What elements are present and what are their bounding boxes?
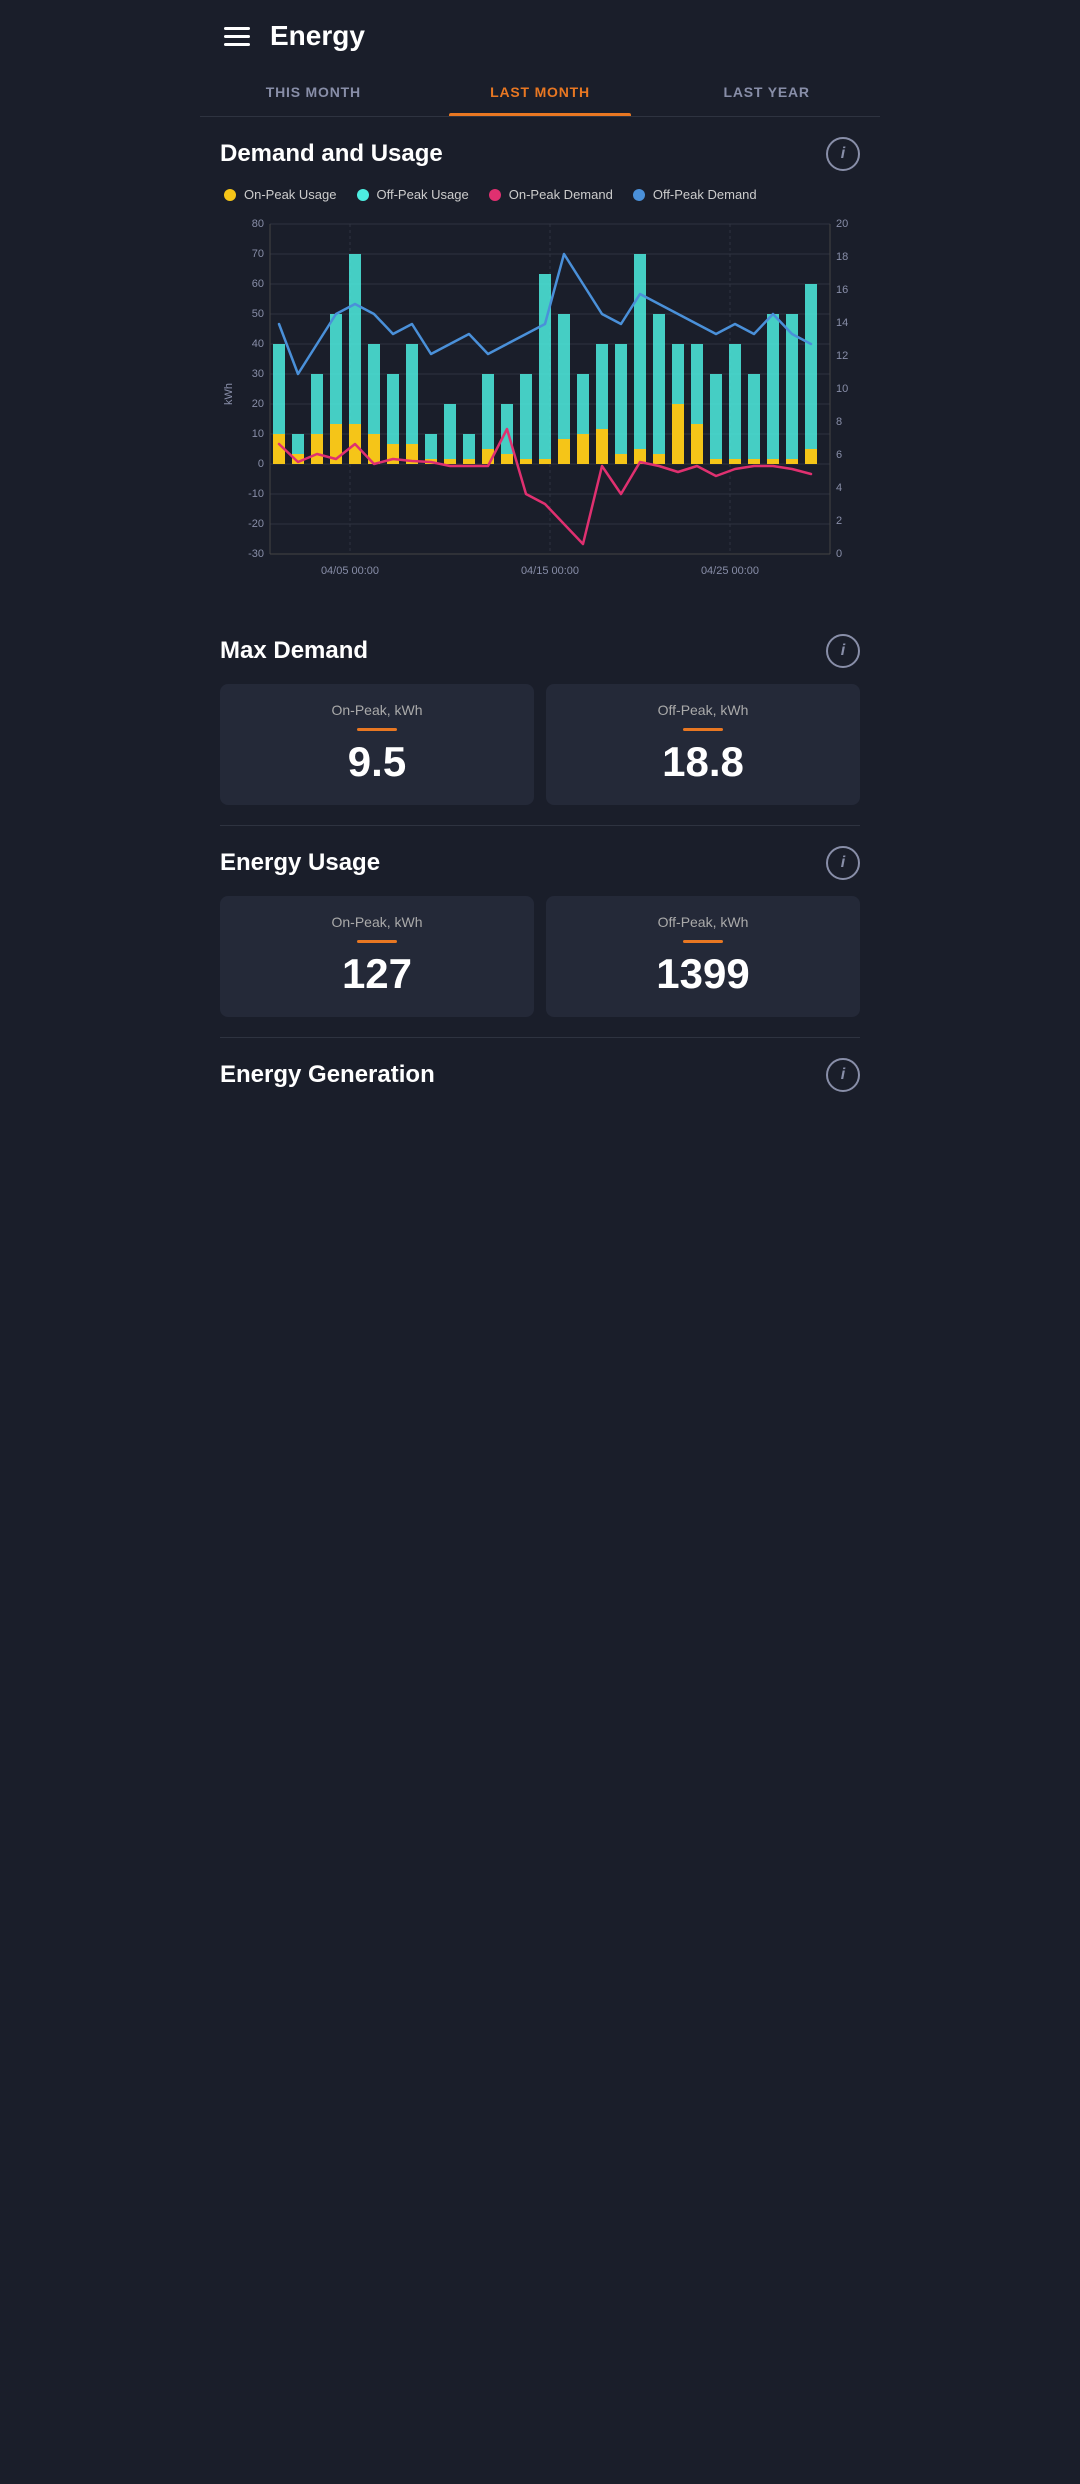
energy-usage-off-peak-label: Off-Peak, kWh: [658, 914, 749, 930]
svg-text:10: 10: [252, 428, 264, 440]
menu-button[interactable]: [224, 27, 250, 46]
max-demand-on-peak-value: 9.5: [348, 741, 406, 783]
svg-text:8: 8: [836, 416, 842, 428]
svg-text:-10: -10: [248, 488, 264, 500]
max-demand-on-peak-underline: [357, 728, 397, 731]
svg-text:16: 16: [836, 284, 848, 296]
max-demand-header: Max Demand i: [220, 634, 860, 668]
max-demand-on-peak-label: On-Peak, kWh: [331, 702, 422, 718]
on-peak-demand-dot: [489, 189, 501, 201]
max-demand-off-peak-value: 18.8: [662, 741, 744, 783]
svg-text:10: 10: [836, 383, 848, 395]
page-title: Energy: [270, 20, 365, 52]
svg-text:04/25 00:00: 04/25 00:00: [701, 565, 759, 577]
demand-usage-info-button[interactable]: i: [826, 137, 860, 171]
max-demand-off-peak-card: Off-Peak, kWh 18.8: [546, 684, 860, 805]
svg-text:12: 12: [836, 350, 848, 362]
on-peak-usage-label: On-Peak Usage: [244, 187, 337, 202]
off-peak-demand-label: Off-Peak Demand: [653, 187, 757, 202]
energy-usage-on-peak-card: On-Peak, kWh 127: [220, 896, 534, 1017]
energy-usage-on-peak-value: 127: [342, 953, 412, 995]
svg-text:30: 30: [252, 368, 264, 380]
max-demand-info-button[interactable]: i: [826, 634, 860, 668]
legend-on-peak-demand: On-Peak Demand: [489, 187, 613, 202]
chart-svg: -30 -20 -10 0 10 20 30 40 50 60 70 80 kW…: [220, 214, 860, 594]
svg-text:18: 18: [836, 251, 848, 263]
max-demand-title: Max Demand: [220, 637, 368, 665]
svg-text:4: 4: [836, 482, 842, 494]
max-demand-off-peak-label: Off-Peak, kWh: [658, 702, 749, 718]
energy-generation-header: Energy Generation i: [220, 1058, 860, 1092]
off-peak-demand-dot: [633, 189, 645, 201]
svg-text:-20: -20: [248, 518, 264, 530]
energy-usage-off-peak-underline: [683, 940, 723, 943]
demand-usage-section: Demand and Usage i On-Peak Usage Off-Pea…: [200, 117, 880, 594]
off-peak-usage-dot: [357, 189, 369, 201]
energy-usage-cards: On-Peak, kWh 127 Off-Peak, kWh 1399: [200, 896, 880, 1037]
svg-text:kWh: kWh: [223, 383, 235, 405]
energy-generation-section: Energy Generation i: [200, 1038, 880, 1092]
svg-text:04/05 00:00: 04/05 00:00: [321, 565, 379, 577]
app-header: Energy: [200, 0, 880, 68]
demand-usage-header: Demand and Usage i: [220, 137, 860, 171]
max-demand-off-peak-underline: [683, 728, 723, 731]
energy-generation-info-button[interactable]: i: [826, 1058, 860, 1092]
svg-text:40: 40: [252, 338, 264, 350]
off-peak-usage-label: Off-Peak Usage: [377, 187, 469, 202]
svg-text:2: 2: [836, 515, 842, 527]
on-peak-demand-label: On-Peak Demand: [509, 187, 613, 202]
energy-usage-header: Energy Usage i: [220, 846, 860, 880]
legend-off-peak-demand: Off-Peak Demand: [633, 187, 757, 202]
energy-usage-section: Energy Usage i: [200, 826, 880, 880]
svg-text:50: 50: [252, 308, 264, 320]
tab-bar: THIS MONTH LAST MONTH LAST YEAR: [200, 68, 880, 117]
max-demand-cards: On-Peak, kWh 9.5 Off-Peak, kWh 18.8: [200, 684, 880, 825]
svg-text:0: 0: [258, 458, 264, 470]
energy-usage-on-peak-label: On-Peak, kWh: [331, 914, 422, 930]
svg-text:6: 6: [836, 449, 842, 461]
svg-text:60: 60: [252, 278, 264, 290]
on-peak-usage-dot: [224, 189, 236, 201]
energy-usage-off-peak-value: 1399: [656, 953, 749, 995]
energy-usage-info-button[interactable]: i: [826, 846, 860, 880]
tab-this-month[interactable]: THIS MONTH: [200, 68, 427, 116]
tab-last-month[interactable]: LAST MONTH: [427, 68, 654, 116]
svg-text:20: 20: [836, 218, 848, 230]
legend-off-peak-usage: Off-Peak Usage: [357, 187, 469, 202]
demand-usage-title: Demand and Usage: [220, 140, 443, 168]
svg-text:04/15 00:00: 04/15 00:00: [521, 565, 579, 577]
legend-on-peak-usage: On-Peak Usage: [224, 187, 337, 202]
energy-usage-title: Energy Usage: [220, 849, 380, 877]
svg-text:14: 14: [836, 317, 848, 329]
demand-usage-chart: -30 -20 -10 0 10 20 30 40 50 60 70 80 kW…: [220, 214, 860, 594]
tab-last-year[interactable]: LAST YEAR: [653, 68, 880, 116]
svg-text:80: 80: [252, 218, 264, 230]
svg-text:-30: -30: [248, 548, 264, 560]
svg-text:20: 20: [252, 398, 264, 410]
svg-text:70: 70: [252, 248, 264, 260]
energy-generation-title: Energy Generation: [220, 1061, 435, 1089]
svg-text:0: 0: [836, 548, 842, 560]
energy-usage-off-peak-card: Off-Peak, kWh 1399: [546, 896, 860, 1017]
energy-usage-on-peak-underline: [357, 940, 397, 943]
chart-legend: On-Peak Usage Off-Peak Usage On-Peak Dem…: [220, 187, 860, 202]
max-demand-section: Max Demand i: [200, 614, 880, 668]
max-demand-on-peak-card: On-Peak, kWh 9.5: [220, 684, 534, 805]
